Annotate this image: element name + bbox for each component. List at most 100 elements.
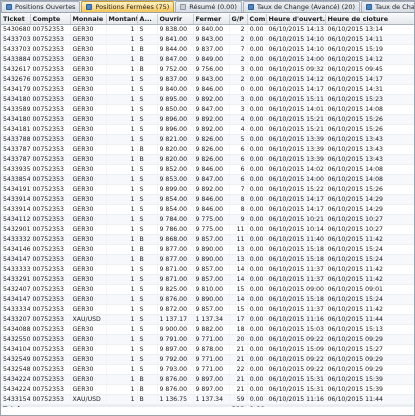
tab-open-positions[interactable]: Positions Ouvertes xyxy=(1,1,81,12)
table-cell: 0.00 xyxy=(247,254,267,265)
table-cell: 00752353 xyxy=(30,114,71,125)
table-row[interactable]: 5433914200752353GER301S9 854.009 846.008… xyxy=(1,194,414,205)
table-cell: 4 xyxy=(229,124,248,135)
table-cell: 9 775.00 xyxy=(193,224,230,235)
column-header[interactable]: Compte xyxy=(30,14,71,25)
table-cell: 6 xyxy=(229,164,248,175)
table-row[interactable]: 5434146900752353GER301B9 877.009 890.001… xyxy=(1,244,414,255)
column-header[interactable]: A... xyxy=(137,14,158,25)
table-row[interactable]: 5433787800752353GER301B9 820.009 826.006… xyxy=(1,154,414,165)
table-row[interactable]: 5433154000752353XAU/USD1B1 136.751 137.3… xyxy=(1,394,414,405)
column-header[interactable]: Monnaie xyxy=(70,14,107,25)
table-cell: GER30 xyxy=(70,24,107,35)
table-row[interactable]: 5433589600752353GER301S9 850.009 847.003… xyxy=(1,104,414,115)
column-header[interactable]: G/P xyxy=(229,14,248,25)
table-row[interactable]: 5433884000752353GER301B9 847.009 849.002… xyxy=(1,54,414,65)
table-cell: 06/10/2015 13:39 xyxy=(266,154,326,165)
table-cell: B xyxy=(137,254,158,265)
table-cell: 9 897.00 xyxy=(193,374,230,385)
table-row[interactable]: 5434147400752353GER301B9 877.009 890.001… xyxy=(1,254,414,265)
table-cell: 06/10/2015 15:18 xyxy=(266,294,326,305)
table-row[interactable]: 5432617600752353GER301B9 752.009 756.003… xyxy=(1,64,414,75)
table-row[interactable]: 5433703100752353GER301S9 841.009 843.002… xyxy=(1,34,414,45)
table-cell: 06/10/2015 14:01 xyxy=(266,104,326,115)
table-row[interactable]: 5433332900752353GER301B9 868.009 857.001… xyxy=(1,234,414,245)
table-cell: 0.00 xyxy=(247,64,267,75)
table-cell: 06/10/2015 15:24 xyxy=(325,254,414,265)
table-row[interactable]: 5433207700752353XAU/USD1S1 137.171 137.3… xyxy=(1,314,414,325)
column-header[interactable]: Ticket xyxy=(1,14,31,25)
table-row[interactable]: 5432901600752353GER301S9 786.009 775.001… xyxy=(1,224,414,235)
table-cell: 22 xyxy=(229,364,248,375)
table-cell: 9 871.00 xyxy=(157,264,194,275)
tab-closed-positions[interactable]: Positions Fermées (75) xyxy=(81,1,175,12)
table-cell: 14 xyxy=(229,294,248,305)
table-cell: 9 876.00 xyxy=(157,374,194,385)
table-row[interactable]: 5432549100752353GER301S9 792.009 771.002… xyxy=(1,354,414,365)
table-row[interactable]: 5434224200752353GER301B9 876.009 897.002… xyxy=(1,384,414,395)
column-header[interactable]: Com xyxy=(247,14,267,25)
tab-exchange-rates-simple[interactable]: Taux de Change (Simple xyxy=(361,1,414,12)
table-row[interactable]: 5434147100752353GER301S9 876.009 890.001… xyxy=(1,294,414,305)
column-header[interactable]: Heure d'ouvert... xyxy=(266,14,326,25)
table-row[interactable]: 5434191500752353GER301S9 899.009 892.007… xyxy=(1,184,414,195)
table-cell: 1 xyxy=(106,144,138,155)
column-header[interactable]: Heure de cloture xyxy=(325,14,414,25)
table-cell: 00752353 xyxy=(30,334,71,345)
table-cell: 9 857.00 xyxy=(193,264,230,275)
table-row[interactable]: 5432548600752353GER301S9 793.009 771.002… xyxy=(1,364,414,375)
table-cell: 54337030 xyxy=(1,44,31,55)
table-cell: 06/10/2015 14:08 xyxy=(325,174,414,185)
table-cell: GER30 xyxy=(70,254,107,265)
table-cell: 06/10/2015 15:21 xyxy=(266,124,326,135)
column-header[interactable]: Fermer xyxy=(193,14,230,25)
table-cell: 54306808 xyxy=(1,24,31,35)
table-cell: 06/10/2015 10:27 xyxy=(325,224,414,235)
table-cell: 00752353 xyxy=(30,34,71,45)
table-row[interactable]: 5433914600752353GER301S9 854.009 846.008… xyxy=(1,204,414,215)
table-cell: 1 xyxy=(106,394,138,405)
table-row[interactable]: 5434180500752353GER301S9 896.009 892.004… xyxy=(1,114,414,125)
table-row[interactable]: 5434224100752353GER301B9 876.009 897.002… xyxy=(1,374,414,385)
table-row[interactable]: 5434088000752353GER301S9 900.009 882.001… xyxy=(1,324,414,335)
table-cell: 06/10/2015 11:37 xyxy=(266,264,326,275)
table-row[interactable]: 5433788100752353GER301S9 821.009 826.005… xyxy=(1,134,414,145)
table-row[interactable]: 5434180500752353GER301S9 895.009 892.003… xyxy=(1,94,414,105)
table-cell: 9 786.00 xyxy=(157,224,194,235)
table-cell: 06/10/2015 09:22 xyxy=(266,364,326,375)
column-header[interactable]: Montant xyxy=(106,14,138,25)
table-row[interactable]: 5434181200752353GER301S9 896.009 892.004… xyxy=(1,124,414,135)
table-cell: 1 xyxy=(106,44,138,55)
tab-exchange-rates-advanced[interactable]: Taux de Change (Avancé) (20) xyxy=(242,1,361,12)
table-cell: 54325491 xyxy=(1,354,31,365)
table-cell: 9 846.00 xyxy=(193,204,230,215)
table-cell: 54339358 xyxy=(1,164,31,175)
table-cell: 54333329 xyxy=(1,234,31,245)
table-cell: 0.00 xyxy=(247,314,267,325)
table-row[interactable]: 5432407900752353GER301S9 825.009 810.001… xyxy=(1,284,414,295)
table-cell: 06/10/2015 15:09 xyxy=(266,344,326,355)
tab-summary[interactable]: Résumé (0.00) xyxy=(175,1,242,12)
table-cell: B xyxy=(137,144,158,155)
table-row[interactable]: 5430680800752353GER301S9 838.009 840.002… xyxy=(1,24,414,35)
column-header[interactable]: Ouvrir xyxy=(157,14,194,25)
table-row[interactable]: 5432676000752353GER301S9 837.009 843.002… xyxy=(1,74,414,85)
table-row[interactable]: 5433334000752353GER301S9 872.009 857.001… xyxy=(1,304,414,315)
table-cell: 54341805 xyxy=(1,94,31,105)
table-row[interactable]: 5433291600752353GER301S9 871.009 857.001… xyxy=(1,274,414,285)
table-cell: 54339146 xyxy=(1,204,31,215)
table-row[interactable]: 5433703000752353GER301B9 844.009 837.007… xyxy=(1,44,414,55)
table-row[interactable]: 5433854800752353GER301S9 853.009 847.006… xyxy=(1,174,414,185)
table-row[interactable]: 5433935800752353GER301S9 852.009 846.006… xyxy=(1,164,414,175)
table-cell: GER30 xyxy=(70,74,107,85)
table-row[interactable]: 5434104100752353GER301S9 897.009 878.002… xyxy=(1,344,414,355)
table-row[interactable]: 5433333500752353GER301S9 871.009 857.001… xyxy=(1,264,414,275)
table-row[interactable]: 5434112000752353GER301S9 784.009 775.009… xyxy=(1,214,414,225)
table-cell: 9 820.00 xyxy=(157,154,194,165)
table-cell: S xyxy=(137,24,158,35)
table-row[interactable]: 5433787100752353GER301B9 820.009 826.006… xyxy=(1,144,414,155)
table-cell: 9 837.00 xyxy=(193,44,230,55)
table-row[interactable]: 5434179800752353GER301S9 840.009 846.000… xyxy=(1,84,414,95)
table-row[interactable]: 5432550300752353GER301S9 791.009 771.002… xyxy=(1,334,414,345)
table-cell: 9 853.00 xyxy=(157,174,194,185)
